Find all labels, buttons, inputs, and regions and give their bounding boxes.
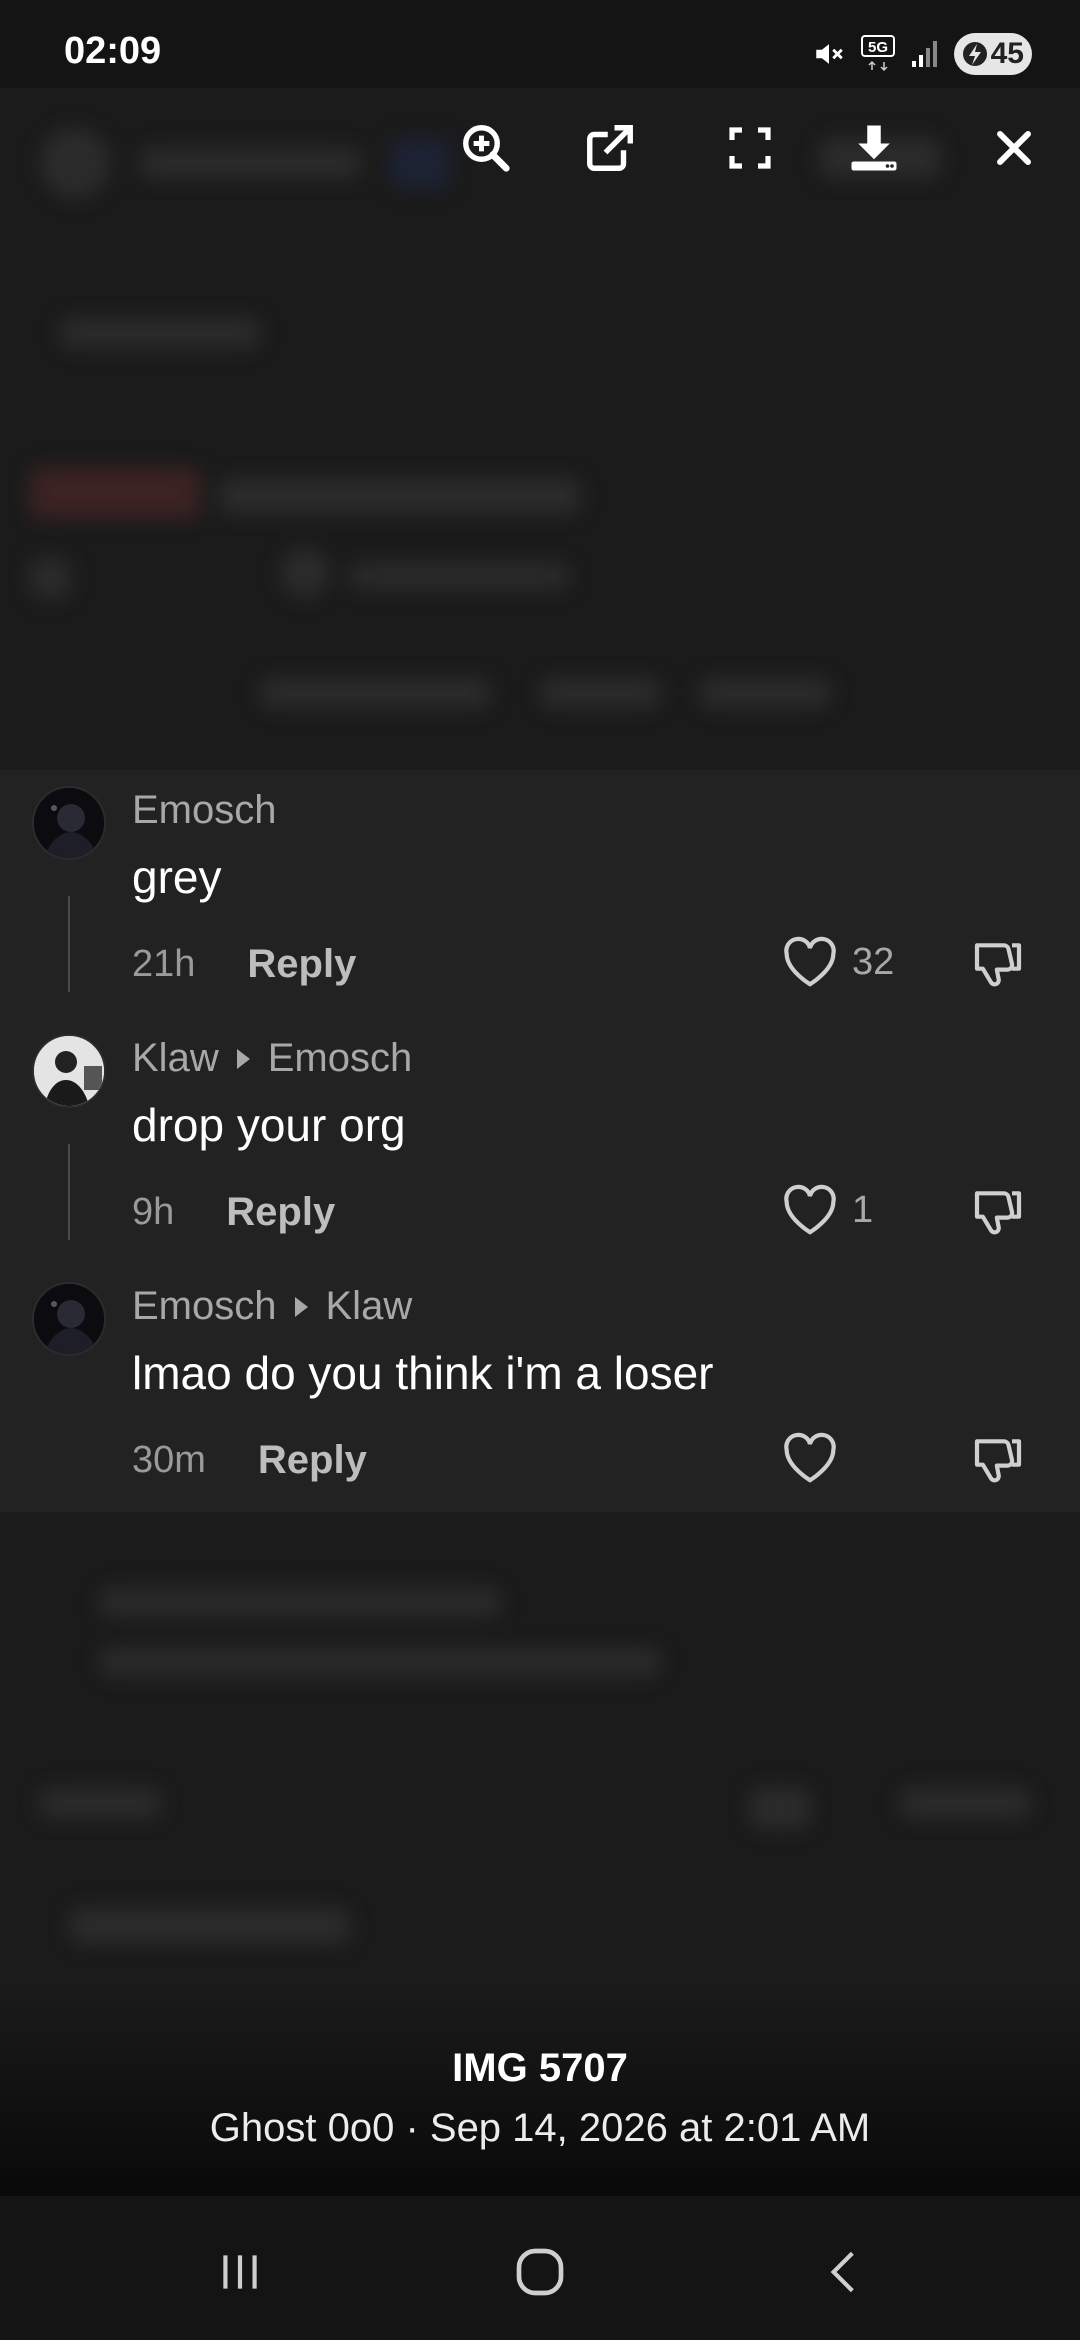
mute-icon <box>812 37 846 71</box>
comment-header: Emosch Klaw <box>132 1284 412 1329</box>
image-viewer-toolbar <box>0 110 1080 190</box>
like-button[interactable]: 1 <box>782 1184 873 1236</box>
reply-to-author[interactable]: Klaw <box>326 1284 413 1329</box>
recent-apps-icon <box>223 2255 257 2289</box>
open-external-button[interactable] <box>572 110 648 186</box>
thread-line <box>68 896 70 992</box>
comment-meta: 9h Reply <box>132 1190 335 1235</box>
reply-arrow-icon <box>236 1048 250 1069</box>
comment-header: Klaw Emosch <box>132 1036 412 1081</box>
dislike-button[interactable] <box>970 1184 1026 1245</box>
comment-meta: 21h Reply <box>132 942 356 987</box>
heart-icon <box>784 1432 836 1483</box>
back-icon <box>830 2251 854 2293</box>
home-button[interactable] <box>500 2232 580 2312</box>
back-button[interactable] <box>804 2232 884 2312</box>
like-count: 1 <box>852 1188 874 1231</box>
zoom-in-button[interactable] <box>448 110 524 186</box>
close-button[interactable] <box>976 110 1052 186</box>
thumbs-down-icon <box>974 1439 1022 1483</box>
heart-icon <box>784 936 836 987</box>
reply-to-author[interactable]: Emosch <box>268 1036 413 1081</box>
reply-arrow-icon <box>294 1296 308 1317</box>
svg-text:5G: 5G <box>868 39 888 56</box>
fullscreen-icon <box>729 127 771 169</box>
avatar[interactable] <box>32 786 106 860</box>
comment-header: Emosch <box>132 788 277 833</box>
status-time: 02:09 <box>64 30 162 72</box>
like-count: 32 <box>852 940 895 983</box>
comment-time: 21h <box>132 943 196 985</box>
fullscreen-button[interactable] <box>712 110 788 186</box>
download-icon <box>851 125 897 171</box>
battery-level: 45 <box>990 37 1024 70</box>
comment-author[interactable]: Emosch <box>132 1284 277 1329</box>
like-button[interactable]: 32 <box>782 936 894 988</box>
close-icon <box>997 131 1031 165</box>
thumbs-down-icon <box>974 943 1022 987</box>
thread-line <box>68 1144 70 1240</box>
dislike-button[interactable] <box>970 936 1026 997</box>
comment-text: lmao do you think i'm a loser <box>132 1347 714 1399</box>
comment-card: Emosch grey 21h Reply 32 Klaw Emosch dro… <box>0 770 1080 1512</box>
like-button[interactable] <box>782 1432 852 1484</box>
system-nav-bar <box>0 2196 1080 2340</box>
heart-icon <box>784 1184 836 1235</box>
comment-time: 9h <box>132 1191 175 1233</box>
reply-button[interactable]: Reply <box>258 1438 367 1483</box>
thumbs-down-icon <box>974 1191 1022 1235</box>
comment-text: grey <box>132 851 222 903</box>
reply-button[interactable]: Reply <box>226 1190 335 1235</box>
recent-apps-button[interactable] <box>200 2232 280 2312</box>
image-subtitle: Ghost 0o0 · Sep 14, 2026 at 2:01 AM <box>209 2106 871 2150</box>
home-icon <box>516 2248 564 2296</box>
zoom-in-icon <box>463 125 510 172</box>
download-button[interactable] <box>836 110 912 186</box>
comment-text: drop your org <box>132 1099 406 1151</box>
comment-author[interactable]: Klaw <box>132 1036 219 1081</box>
dislike-button[interactable] <box>970 1432 1026 1493</box>
battery-icon: 45 <box>954 33 1032 75</box>
comment-time: 30m <box>132 1439 206 1481</box>
comment-author[interactable]: Emosch <box>132 788 277 833</box>
reply-button[interactable]: Reply <box>247 942 356 987</box>
avatar[interactable] <box>32 1282 106 1356</box>
signal-icon <box>910 39 940 69</box>
comment-meta: 30m Reply <box>132 1438 367 1483</box>
image-title: IMG 5707 <box>452 2046 628 2090</box>
5g-icon: 5G <box>860 34 896 74</box>
open-external-icon <box>587 125 633 171</box>
status-bar: 02:09 5G 45 <box>0 0 1080 88</box>
status-icons: 5G 45 <box>812 30 1032 78</box>
avatar[interactable] <box>32 1034 106 1108</box>
